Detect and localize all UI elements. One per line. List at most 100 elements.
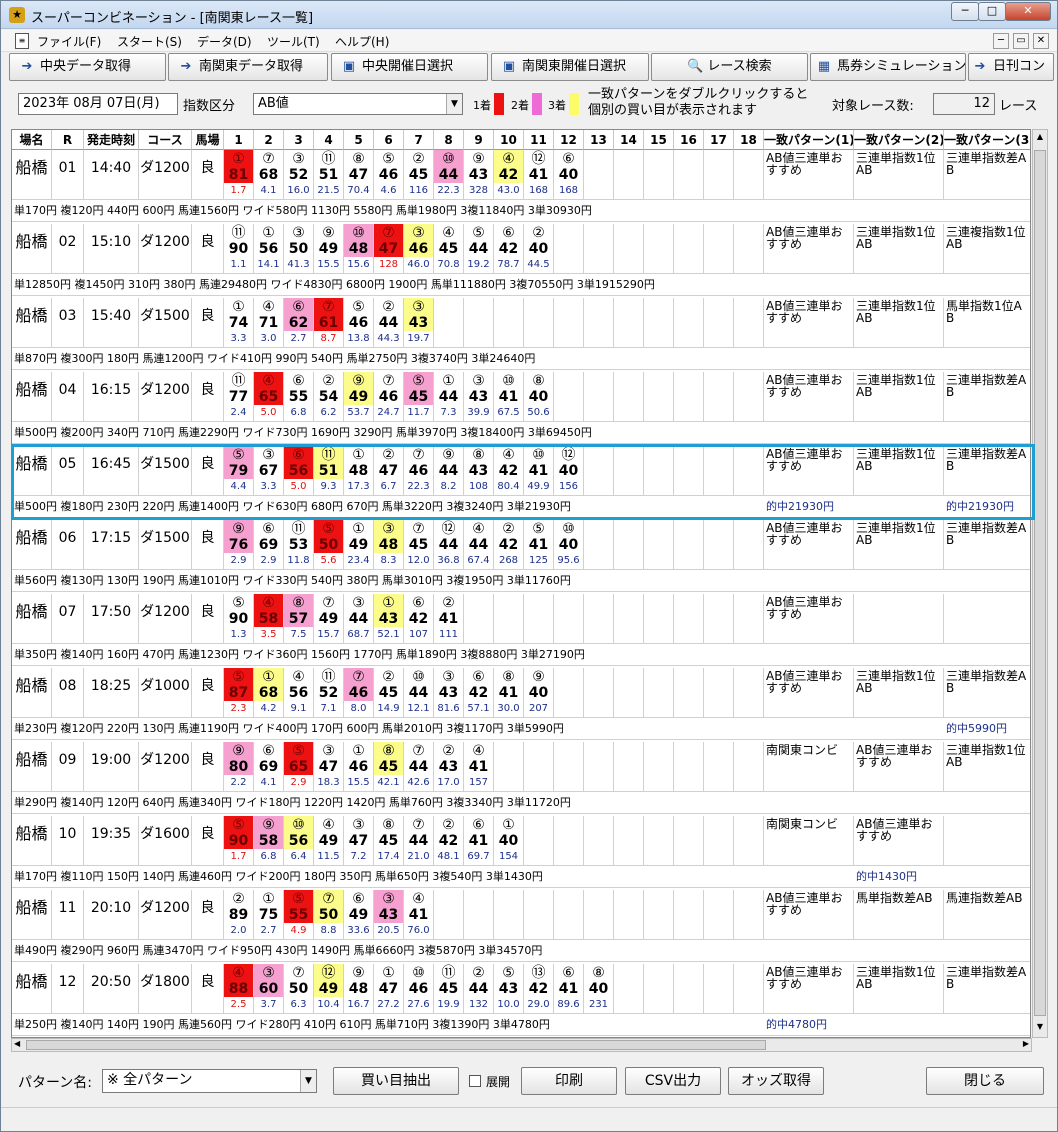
south-kanto-date-select-button[interactable]: ▣ 南関東開催日選択 — [491, 53, 649, 81]
horse-cell[interactable]: ⑪ 77 2.4 — [224, 372, 254, 422]
horse-cell[interactable]: ⑥ 42 107 — [404, 594, 434, 644]
race-row[interactable]: 船橋 05 16:45 ダ1500 良 ⑤ 79 4.4 ③ 67 3.3 ⑥ 56 5.0 ⑪ 51 9.3 ①… — [12, 446, 1030, 520]
race-row[interactable]: 船橋 11 20:10 ダ1200 良 ② 89 2.0 ① 75 2.7 ⑤ 55 4.9 ⑦ 50 8.8 ⑥… — [12, 890, 1030, 964]
matching-pattern-2[interactable]: AB値三連単おすすめ — [854, 742, 944, 792]
horse-cell[interactable]: ① 49 23.4 — [344, 520, 374, 570]
horse-cell[interactable]: ⑩ 40 95.6 — [554, 520, 584, 570]
horse-cell[interactable]: ④ 88 2.5 — [224, 964, 254, 1014]
race-row[interactable]: 船橋 02 15:10 ダ1200 良 ⑪ 90 1.1 ① 56 14.1 ③ 50 41.3 ⑨ 49 15… — [12, 224, 1030, 298]
matching-pattern-3[interactable]: 三連複指数1位AB — [944, 224, 1030, 274]
horse-cell[interactable]: ③ 44 68.7 — [344, 594, 374, 644]
horse-cell[interactable]: ② 44 132 — [464, 964, 494, 1014]
horse-cell[interactable]: ④ 71 3.0 — [254, 298, 284, 348]
horse-cell[interactable]: ⑤ 90 1.7 — [224, 816, 254, 866]
horse-cell[interactable]: ⑨ 58 6.8 — [254, 816, 284, 866]
race-row[interactable]: 船橋 04 16:15 ダ1200 良 ⑪ 77 2.4 ④ 65 5.0 ⑥ 55 6.8 ② 54 6.2 ⑨… — [12, 372, 1030, 446]
scroll-up-icon[interactable]: ▲ — [1035, 132, 1045, 141]
horse-cell[interactable]: ⑤ 55 4.9 — [284, 890, 314, 940]
race-row[interactable]: 船橋 10 19:35 ダ1600 良 ⑤ 90 1.7 ⑨ 58 6.8 ⑩ 56 6.4 ④ 49 11.5… — [12, 816, 1030, 890]
race-search-button[interactable]: 🔍 レース検索 — [651, 53, 808, 81]
horse-cell[interactable]: ③ 47 7.2 — [344, 816, 374, 866]
horse-cell[interactable]: ⑫ 49 10.4 — [314, 964, 344, 1014]
menu-tools[interactable]: ツール(T) — [267, 33, 320, 50]
horse-cell[interactable]: ⑤ 50 5.6 — [314, 520, 344, 570]
matching-pattern-2[interactable]: 三連単指数1位AB — [854, 668, 944, 718]
horse-cell[interactable]: ④ 42 43.0 — [494, 150, 524, 200]
matching-pattern-2[interactable]: 三連単指数1位AB — [854, 520, 944, 570]
chevron-down-icon[interactable]: ▼ — [446, 94, 462, 114]
horse-cell[interactable]: ⑤ 46 4.6 — [374, 150, 404, 200]
horse-cell[interactable]: ⑤ 43 10.0 — [494, 964, 524, 1014]
print-button[interactable]: 印刷 — [521, 1067, 617, 1095]
minimize-button[interactable]: ─ — [951, 2, 979, 21]
horse-cell[interactable]: ⑤ 87 2.3 — [224, 668, 254, 718]
horse-cell[interactable]: ⑥ 42 78.7 — [494, 224, 524, 274]
horse-cell[interactable]: ⑥ 56 5.0 — [284, 446, 314, 496]
odds-fetch-button[interactable]: オッズ取得 — [728, 1067, 824, 1095]
horse-cell[interactable]: ② 54 6.2 — [314, 372, 344, 422]
matching-pattern-2[interactable]: AB値三連単おすすめ — [854, 816, 944, 866]
matching-pattern-3[interactable]: 三連単指数差AB — [944, 372, 1030, 422]
horse-cell[interactable]: ⑧ 47 70.4 — [344, 150, 374, 200]
menu-data[interactable]: データ(D) — [197, 33, 252, 50]
horse-cell[interactable]: ⑨ 44 8.2 — [434, 446, 464, 496]
horse-cell[interactable]: ⑥ 42 57.1 — [464, 668, 494, 718]
race-row[interactable]: 船橋 03 15:40 ダ1500 良 ① 74 3.3 ④ 71 3.0 ⑥ 62 2.7 ⑦ 61 8.7 ⑤… — [12, 298, 1030, 372]
horse-cell[interactable]: ① 48 17.3 — [344, 446, 374, 496]
horse-cell[interactable]: ③ 48 8.3 — [374, 520, 404, 570]
horse-cell[interactable]: ⑥ 55 6.8 — [284, 372, 314, 422]
menu-start[interactable]: スタート(S) — [117, 33, 182, 50]
matching-pattern-3[interactable]: 馬連指数差AB — [944, 890, 1030, 940]
horse-cell[interactable]: ⑨ 43 328 — [464, 150, 494, 200]
horse-cell[interactable]: ④ 65 5.0 — [254, 372, 284, 422]
horse-cell[interactable]: ④ 42 80.4 — [494, 446, 524, 496]
horse-cell[interactable]: ⑦ 46 8.0 — [344, 668, 374, 718]
matching-pattern-2[interactable]: 三連単指数1位AB — [854, 298, 944, 348]
horse-cell[interactable]: ③ 47 18.3 — [314, 742, 344, 792]
horse-cell[interactable]: ② 47 6.7 — [374, 446, 404, 496]
matching-pattern-3[interactable] — [944, 594, 1030, 644]
horse-cell[interactable]: ② 43 17.0 — [434, 742, 464, 792]
horse-cell[interactable]: ⑪ 51 21.5 — [314, 150, 344, 200]
horse-cell[interactable]: ① 75 2.7 — [254, 890, 284, 940]
horse-cell[interactable]: ⑩ 44 22.3 — [434, 150, 464, 200]
horse-cell[interactable]: ⑨ 76 2.9 — [224, 520, 254, 570]
menu-file[interactable]: ファイル(F) — [37, 33, 101, 50]
ticket-simulation-button[interactable]: ▦ 馬券シミュレーション — [810, 53, 966, 81]
horse-cell[interactable]: ⑦ 50 6.3 — [284, 964, 314, 1014]
date-field[interactable]: 2023年 08月 07日(月) — [18, 93, 178, 115]
race-row[interactable]: 船橋 09 19:00 ダ1200 良 ⑨ 80 2.2 ⑥ 69 4.1 ⑤ 65 2.9 ③ 47 18.3… — [12, 742, 1030, 816]
horse-cell[interactable]: ⑤ 45 11.7 — [404, 372, 434, 422]
horse-cell[interactable]: ④ 56 9.1 — [284, 668, 314, 718]
horse-cell[interactable]: ① 56 14.1 — [254, 224, 284, 274]
horse-cell[interactable]: ⑩ 46 27.6 — [404, 964, 434, 1014]
matching-pattern-2[interactable]: 三連単指数1位AB — [854, 150, 944, 200]
horse-cell[interactable]: ⑦ 47 128 — [374, 224, 404, 274]
horse-cell[interactable]: ⑨ 48 16.7 — [344, 964, 374, 1014]
race-row[interactable]: 船橋 07 17:50 ダ1200 良 ⑤ 90 1.3 ④ 58 3.5 ⑧ 57 7.5 ⑦ 49 15.7… — [12, 594, 1030, 668]
chevron-down-icon[interactable]: ▼ — [300, 1070, 316, 1092]
horse-cell[interactable]: ⑤ 79 4.4 — [224, 446, 254, 496]
horse-cell[interactable]: ④ 45 70.8 — [434, 224, 464, 274]
matching-pattern-1[interactable]: AB値三連単おすすめ — [764, 964, 854, 1014]
horse-cell[interactable]: ② 42 48.1 — [434, 816, 464, 866]
daily-combi-button[interactable]: ➔ 日刊コン — [968, 53, 1054, 81]
matching-pattern-1[interactable]: AB値三連単おすすめ — [764, 446, 854, 496]
horse-cell[interactable]: ① 74 3.3 — [224, 298, 254, 348]
horse-cell[interactable]: ⑦ 44 42.6 — [404, 742, 434, 792]
horse-cell[interactable]: ⑤ 44 19.2 — [464, 224, 494, 274]
horizontal-scrollbar[interactable]: ◀ ▶ — [11, 1038, 1032, 1052]
horse-cell[interactable]: ⑥ 69 2.9 — [254, 520, 284, 570]
menu-help[interactable]: ヘルプ(H) — [335, 33, 389, 50]
horse-cell[interactable]: ② 41 111 — [434, 594, 464, 644]
horizontal-scroll-thumb[interactable] — [26, 1040, 766, 1050]
horse-cell[interactable]: ⑤ 65 2.9 — [284, 742, 314, 792]
horse-cell[interactable]: ① 44 7.3 — [434, 372, 464, 422]
horse-cell[interactable]: ⑩ 41 67.5 — [494, 372, 524, 422]
horse-cell[interactable]: ① 68 4.2 — [254, 668, 284, 718]
matching-pattern-1[interactable]: AB値三連単おすすめ — [764, 224, 854, 274]
matching-pattern-2[interactable]: 馬単指数差AB — [854, 890, 944, 940]
horse-cell[interactable]: ⑧ 45 17.4 — [374, 816, 404, 866]
horse-cell[interactable]: ⑩ 48 15.6 — [344, 224, 374, 274]
scroll-thumb[interactable] — [1034, 150, 1046, 1016]
